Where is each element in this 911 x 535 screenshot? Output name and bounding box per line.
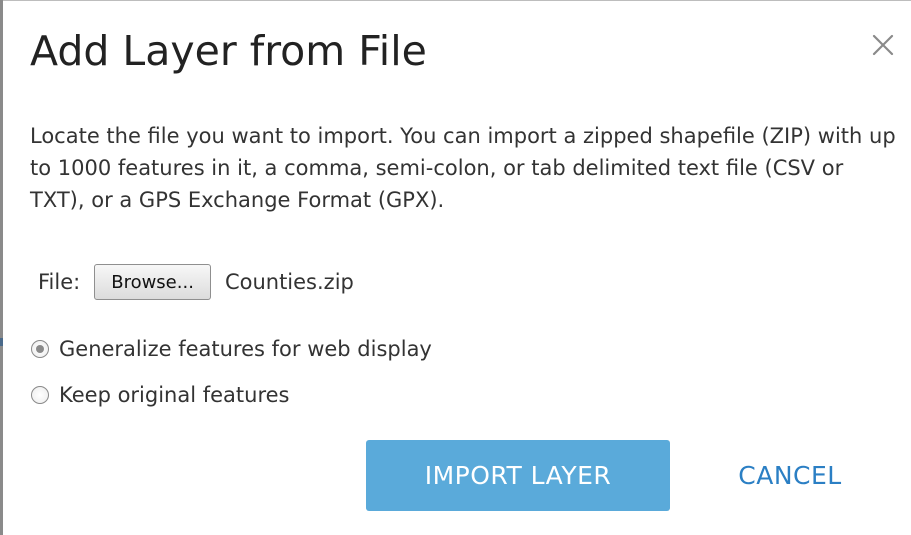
- window-left-border-marker: [0, 338, 3, 346]
- browse-button[interactable]: Browse...: [94, 264, 211, 300]
- window-top-border: [0, 0, 911, 1]
- file-label: File:: [38, 270, 81, 294]
- dialog-title: Add Layer from File: [30, 27, 427, 75]
- import-layer-button[interactable]: IMPORT LAYER: [366, 440, 670, 511]
- keep-original-features-label: Keep original features: [59, 383, 290, 407]
- option-generalize-features[interactable]: Generalize features for web display: [31, 337, 432, 361]
- cancel-button[interactable]: CANCEL: [710, 440, 870, 511]
- window-left-border: [0, 0, 3, 535]
- generalize-features-radio[interactable]: [31, 340, 49, 358]
- dialog-description: Locate the file you want to import. You …: [30, 124, 896, 212]
- option-keep-original-features[interactable]: Keep original features: [31, 383, 290, 407]
- file-picker-row: File: Browse... Counties.zip: [38, 263, 354, 301]
- keep-original-features-radio[interactable]: [31, 386, 49, 404]
- close-icon[interactable]: [868, 30, 898, 60]
- generalize-features-label: Generalize features for web display: [59, 337, 432, 361]
- selected-file-name: Counties.zip: [224, 270, 354, 294]
